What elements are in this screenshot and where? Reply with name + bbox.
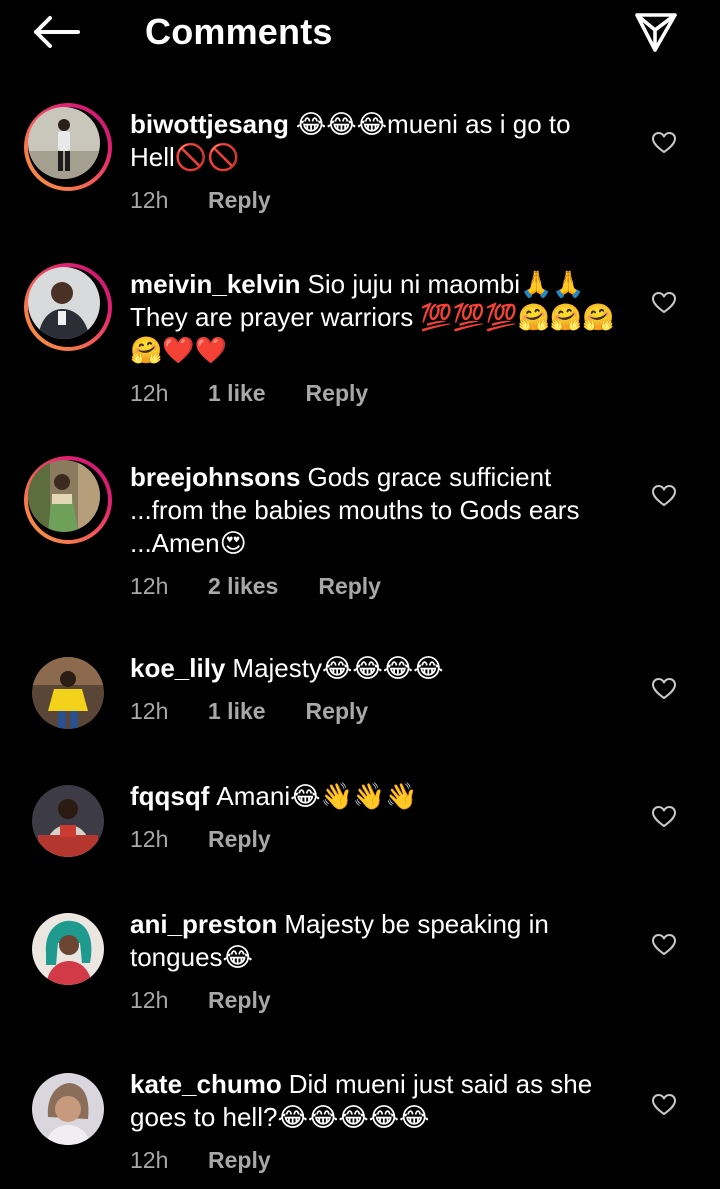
share-button[interactable] bbox=[630, 8, 682, 56]
arrow-left-icon bbox=[34, 16, 80, 48]
comment-meta: 12h 1 like Reply bbox=[130, 698, 368, 725]
avatar-photo bbox=[32, 1073, 104, 1145]
comment-meta: 12h Reply bbox=[130, 1147, 271, 1174]
comment-meta: 12h 2 likes Reply bbox=[130, 573, 381, 600]
comment-text: kate_chumo Did mueni just said as she goe… bbox=[130, 1068, 620, 1134]
avatar[interactable] bbox=[24, 263, 112, 351]
heart-icon[interactable] bbox=[651, 933, 677, 957]
comment-meta: 12h Reply bbox=[130, 826, 271, 853]
comment-likes[interactable]: 1 like bbox=[208, 698, 266, 725]
comment-time: 12h bbox=[130, 826, 169, 852]
comment-username[interactable]: kate_chumo bbox=[130, 1069, 282, 1099]
heart-icon[interactable] bbox=[651, 131, 677, 155]
paper-plane-icon bbox=[635, 13, 677, 52]
avatar-photo bbox=[32, 785, 104, 857]
avatar[interactable] bbox=[32, 913, 104, 985]
heart-icon[interactable] bbox=[651, 484, 677, 508]
comment-time: 12h bbox=[130, 987, 169, 1013]
reply-button[interactable]: Reply bbox=[306, 380, 369, 407]
top-bar: Comments bbox=[0, 0, 720, 66]
avatar[interactable] bbox=[32, 657, 104, 729]
avatar[interactable] bbox=[32, 785, 104, 857]
avatar[interactable] bbox=[24, 103, 112, 191]
reply-button[interactable]: Reply bbox=[208, 987, 271, 1014]
avatar-photo bbox=[28, 460, 100, 532]
heart-icon[interactable] bbox=[651, 677, 677, 701]
comment-username[interactable]: fqqsqf bbox=[130, 781, 209, 811]
heart-icon[interactable] bbox=[651, 291, 677, 315]
comment-time: 12h bbox=[130, 698, 169, 724]
comment-time: 12h bbox=[130, 573, 169, 599]
reply-button[interactable]: Reply bbox=[318, 573, 381, 600]
reply-button[interactable]: Reply bbox=[208, 1147, 271, 1174]
avatar[interactable] bbox=[32, 1073, 104, 1145]
avatar-photo bbox=[32, 657, 104, 729]
avatar[interactable] bbox=[24, 456, 112, 544]
reply-button[interactable]: Reply bbox=[208, 187, 271, 214]
comment-time: 12h bbox=[130, 187, 169, 213]
avatar-photo bbox=[28, 107, 100, 179]
comment-username[interactable]: biwottjesang bbox=[130, 109, 289, 139]
avatar-photo bbox=[32, 913, 104, 985]
comment-username[interactable]: ani_preston bbox=[130, 909, 277, 939]
page-title: Comments bbox=[145, 11, 333, 52]
comment-body: Amani😂👋👋👋 bbox=[216, 781, 418, 811]
comment-meta: 12h Reply bbox=[130, 187, 271, 214]
comment-time: 12h bbox=[130, 1147, 169, 1173]
heart-icon[interactable] bbox=[651, 805, 677, 829]
heart-icon[interactable] bbox=[651, 1093, 677, 1117]
comment-meta: 12h 1 like Reply bbox=[130, 380, 368, 407]
comment-likes[interactable]: 2 likes bbox=[208, 573, 278, 600]
comment-username[interactable]: koe_lily bbox=[130, 653, 225, 683]
comment-text: fqqsqf Amani😂👋👋👋 bbox=[130, 780, 620, 813]
comment-text: breejohnsons Gods grace sufficient ...fro… bbox=[130, 461, 620, 560]
reply-button[interactable]: Reply bbox=[306, 698, 369, 725]
avatar-photo bbox=[28, 267, 100, 339]
comment-text: koe_lily Majesty😂😂😂😂 bbox=[130, 652, 620, 685]
comment-likes[interactable]: 1 like bbox=[208, 380, 266, 407]
comment-text: meivin_kelvin Sio juju ni maombi🙏🙏 They a… bbox=[130, 268, 620, 367]
comment-meta: 12h Reply bbox=[130, 987, 271, 1014]
comment-username[interactable]: breejohnsons bbox=[130, 462, 300, 492]
back-button[interactable] bbox=[28, 10, 84, 56]
comment-text: ani_preston Majesty be speaking in tongue… bbox=[130, 908, 620, 974]
comment-body: Majesty😂😂😂😂 bbox=[232, 653, 444, 683]
comment-text: biwottjesang 😂😂😂mueni as i go to Hell🚫🚫 bbox=[130, 108, 620, 174]
reply-button[interactable]: Reply bbox=[208, 826, 271, 853]
comment-username[interactable]: meivin_kelvin bbox=[130, 269, 301, 299]
comment-time: 12h bbox=[130, 380, 169, 406]
